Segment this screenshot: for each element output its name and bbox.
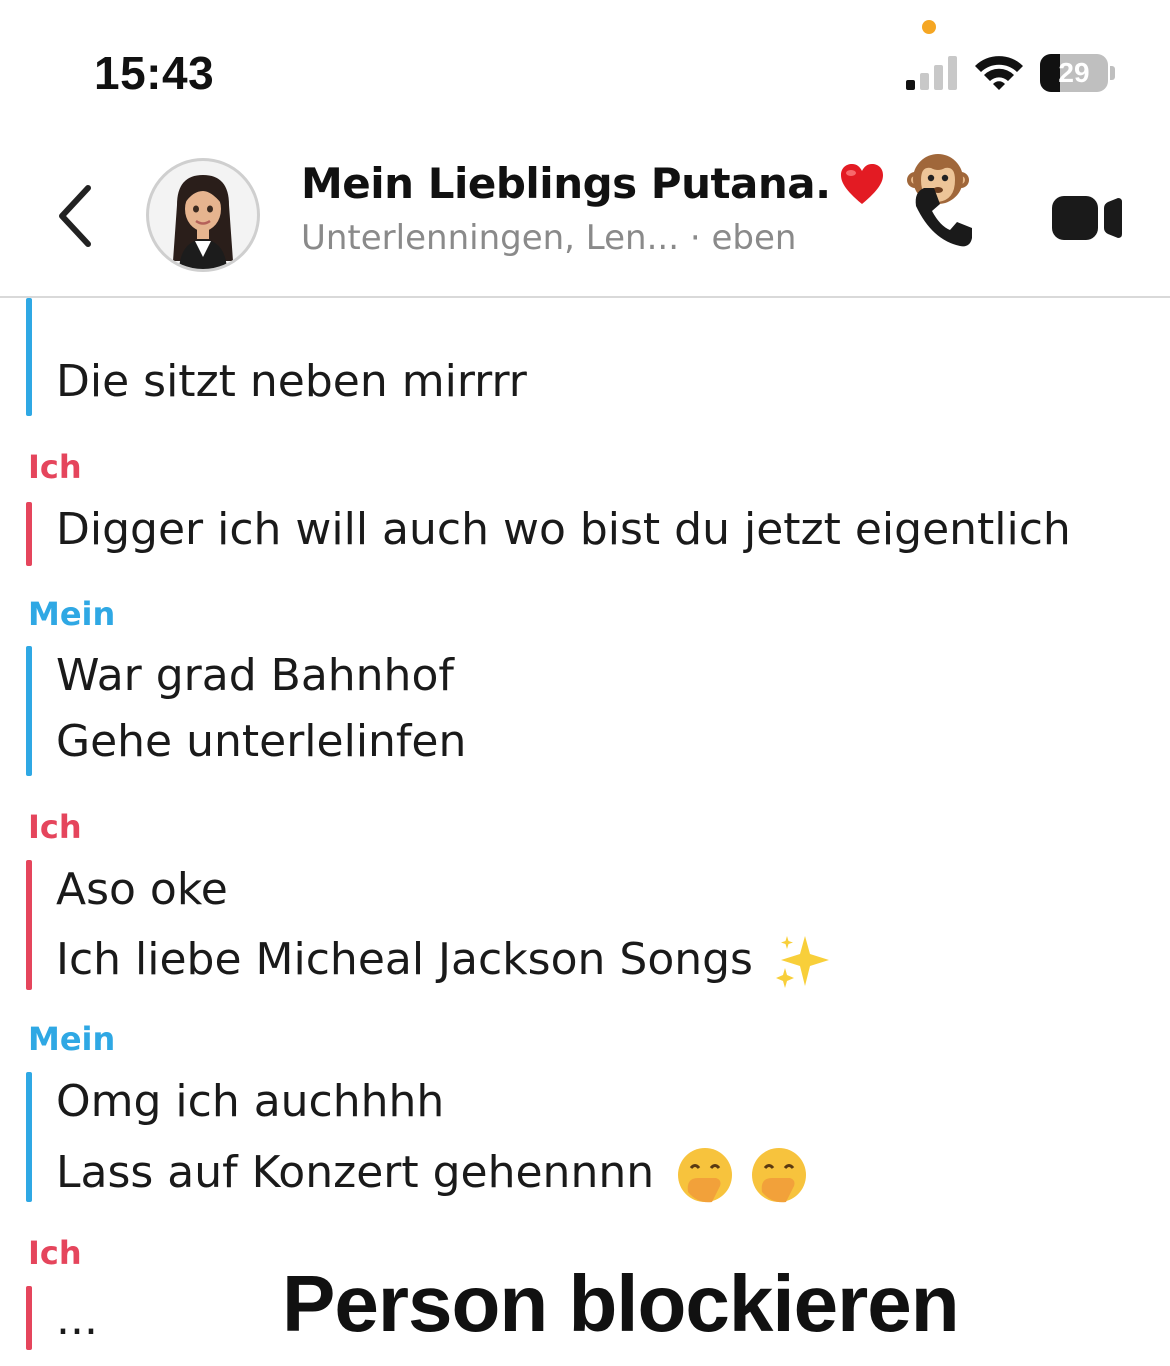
red-heart-emoji [840,164,883,204]
bitmoji-avatar-icon [173,175,233,269]
back-chevron-icon[interactable] [56,184,96,248]
chat-title-text: Mein Lieblings Putana. [301,159,831,208]
battery-cap [1110,66,1115,80]
message-text[interactable]: ... [56,1294,98,1345]
sender-label-me: Ich [28,448,82,486]
message-text[interactable]: Digger ich will auch wo bist du jetzt ei… [56,504,1071,555]
message-line[interactable]: Ich liebe Micheal Jackson Songs [56,934,831,990]
chat-subtitle: Unterlenningen, Len... · eben [301,218,797,258]
tongue-face-emoji-row [70,298,590,326]
message-bar-friend [26,646,32,776]
sender-label-friend: Mein [28,595,116,633]
overlay-caption: Person blockieren [282,1259,960,1348]
message-line[interactable]: Lass auf Konzert gehennnn [56,1146,808,1204]
avatar[interactable] [146,158,260,272]
video-camera-icon[interactable] [1052,194,1122,242]
phone-icon[interactable] [910,184,976,250]
chat-messages: Die sitzt neben mirrrr Ich Digger ich wi… [0,298,1170,1366]
message-bar-friend [26,298,32,416]
message-text[interactable]: Gehe unterlelinfen [56,716,466,767]
message-text[interactable]: Die sitzt neben mirrrr [56,356,527,407]
battery-percent: 29 [1058,57,1090,88]
message-text[interactable]: Aso oke [56,864,228,915]
message-bar-me [26,1286,32,1350]
status-time: 15:43 [94,47,215,99]
cellular-signal-icon [906,56,957,90]
face-with-hand-over-mouth-emoji [752,1148,807,1203]
chat-title[interactable]: Mein Lieblings Putana. [301,150,969,208]
message-text: Ich liebe Micheal Jackson Songs [56,934,753,985]
sender-label-me: Ich [28,808,82,846]
sparkles-emoji [775,936,829,988]
wifi-icon [975,56,1023,90]
sender-label-friend: Mein [28,1020,116,1058]
message-text: Lass auf Konzert gehennnn [56,1147,655,1198]
message-text[interactable]: War grad Bahnhof [56,650,454,701]
message-bar-me [26,860,32,990]
status-bar: 15:43 29 [0,0,1170,120]
mic-indicator-icon [922,20,936,34]
face-with-hand-over-mouth-emoji [678,1148,733,1203]
chat-header: Mein Lieblings Putana. Unterlenningen, L… [0,120,1170,298]
message-text[interactable]: Omg ich auchhhh [56,1076,444,1127]
message-bar-friend [26,1072,32,1202]
message-bar-me [26,502,32,566]
sender-label-me: Ich [28,1234,82,1272]
battery-icon: 29 [1040,54,1108,92]
